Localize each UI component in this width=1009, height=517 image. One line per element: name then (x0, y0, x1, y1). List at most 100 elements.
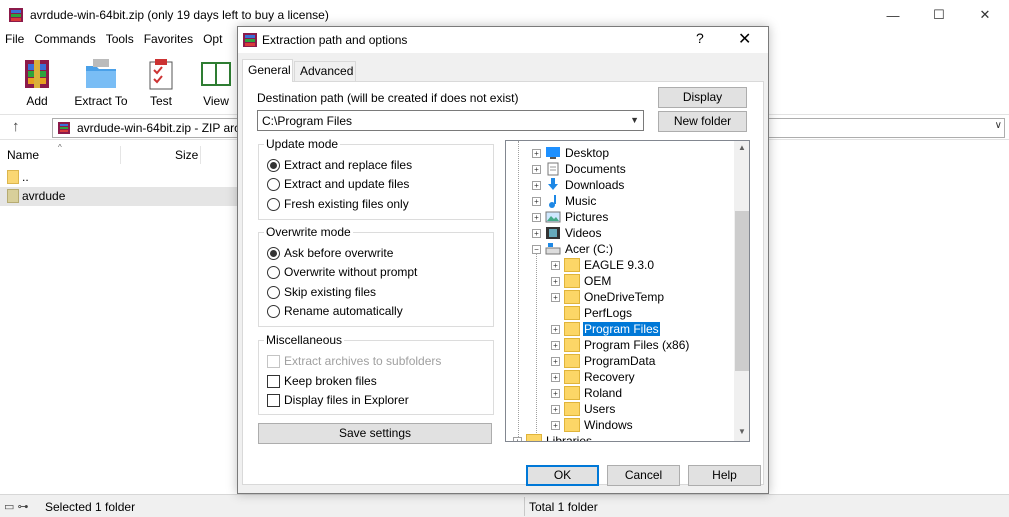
scroll-down-icon[interactable]: ▼ (738, 427, 746, 436)
expand-icon[interactable]: + (551, 420, 560, 430)
checkbox[interactable] (267, 393, 280, 407)
menu-file[interactable]: File (0, 30, 29, 50)
expand-icon[interactable]: + (532, 164, 541, 174)
add-button[interactable]: Add (8, 52, 66, 108)
expand-icon[interactable]: + (551, 324, 560, 334)
display-button[interactable]: Display (658, 87, 747, 108)
radio-extract-update[interactable]: Extract and update files (267, 176, 409, 192)
radio-skip-existing[interactable]: Skip existing files (267, 284, 376, 300)
tree-item-libraries[interactable]: + Libraries (513, 433, 593, 441)
expand-icon[interactable]: + (532, 212, 541, 222)
expand-icon[interactable]: + (532, 228, 541, 238)
tree-item-downloads[interactable]: + Downloads (532, 177, 625, 193)
checkbox[interactable] (267, 374, 280, 388)
cancel-button[interactable]: Cancel (607, 465, 680, 486)
tab-advanced[interactable]: Advanced (294, 61, 356, 81)
expand-icon[interactable]: + (551, 260, 560, 270)
tree-item-documents[interactable]: + Documents (532, 161, 627, 177)
menu-favorites[interactable]: Favorites (139, 30, 198, 50)
save-settings-button[interactable]: Save settings (258, 423, 492, 444)
tree-item-folder[interactable]: + EAGLE 9.3.0 (551, 257, 655, 273)
expand-icon[interactable]: + (551, 404, 560, 414)
tree-item-pictures[interactable]: + Pictures (532, 209, 609, 225)
radio-button[interactable] (267, 265, 280, 279)
radio-button[interactable] (267, 304, 280, 318)
tree-item-desktop[interactable]: + Desktop (532, 145, 610, 161)
scroll-up-icon[interactable]: ▲ (738, 143, 746, 152)
column-name[interactable]: Name (7, 148, 39, 162)
up-folder-button[interactable]: ↑ (12, 118, 20, 135)
radio-rename-auto[interactable]: Rename automatically (267, 303, 403, 319)
add-archive-icon (25, 60, 49, 88)
expand-icon[interactable]: + (551, 356, 560, 366)
help-icon[interactable]: ? (696, 30, 704, 46)
tree-item-folder[interactable]: + Roland (551, 385, 623, 401)
radio-overwrite-without[interactable]: Overwrite without prompt (267, 264, 417, 280)
folder-tree[interactable]: + Desktop + Documents + Downloads + Musi… (505, 140, 750, 442)
radio-fresh-existing[interactable]: Fresh existing files only (267, 196, 409, 212)
close-button[interactable]: ✕ (962, 0, 1008, 30)
tree-label: EAGLE 9.3.0 (584, 258, 655, 272)
destination-label: Destination path (will be created if doe… (257, 91, 519, 105)
maximize-button[interactable]: ☐ (916, 0, 962, 30)
tree-item-videos[interactable]: + Videos (532, 225, 602, 241)
address-path: avrdude-win-64bit.zip - ZIP arc (77, 121, 241, 135)
column-divider[interactable] (120, 146, 121, 164)
tree-scrollbar[interactable]: ▲ ▼ (734, 141, 749, 441)
expand-icon[interactable]: + (551, 292, 560, 302)
list-item[interactable]: avrdude (0, 187, 237, 206)
test-button[interactable]: Test (136, 52, 186, 108)
expand-icon[interactable]: + (532, 180, 541, 190)
destination-path-combo[interactable]: C:\Program Files ▼ (257, 110, 644, 131)
drive-icon (545, 243, 561, 255)
ok-button[interactable]: OK (526, 465, 599, 486)
expand-icon[interactable]: + (551, 388, 560, 398)
expand-icon[interactable]: + (532, 196, 541, 206)
scroll-thumb[interactable] (735, 211, 749, 371)
tree-item-folder[interactable]: + OneDriveTemp (551, 289, 665, 305)
tree-item-folder[interactable]: + Program Files (x86) (551, 337, 690, 353)
collapse-icon[interactable]: − (532, 244, 541, 254)
radio-button[interactable] (267, 246, 280, 260)
expand-icon[interactable]: + (532, 148, 541, 158)
tree-label: Music (565, 194, 597, 208)
expand-icon[interactable]: + (551, 276, 560, 286)
radio-ask-before[interactable]: Ask before overwrite (267, 245, 393, 261)
tree-label: Desktop (565, 146, 610, 160)
chevron-down-icon[interactable]: ∨ (995, 120, 1002, 131)
new-folder-button[interactable]: New folder (658, 111, 747, 132)
radio-button[interactable] (267, 197, 280, 211)
help-button[interactable]: Help (688, 465, 761, 486)
radio-button[interactable] (267, 158, 280, 172)
tree-item-folder[interactable]: + Users (551, 401, 616, 417)
tree-item-program-files[interactable]: + Program Files (551, 321, 660, 337)
column-divider[interactable] (200, 146, 201, 164)
column-size[interactable]: Size (175, 148, 198, 162)
tree-item-acer-drive[interactable]: − Acer (C:) (532, 241, 614, 257)
tab-general[interactable]: General (242, 59, 293, 82)
menu-tools[interactable]: Tools (101, 30, 139, 50)
tree-item-folder[interactable]: + Recovery (551, 369, 636, 385)
list-item[interactable]: .. (0, 168, 237, 187)
extract-to-button[interactable]: Extract To (66, 52, 136, 108)
tree-label: Users (584, 402, 616, 416)
expand-icon[interactable]: + (551, 340, 560, 350)
close-icon[interactable]: ✕ (738, 29, 751, 49)
general-tab-panel: Destination path (will be created if doe… (242, 81, 764, 485)
tree-item-folder[interactable]: + OEM (551, 273, 612, 289)
radio-button[interactable] (267, 177, 280, 191)
check-display-explorer[interactable]: Display files in Explorer (267, 392, 409, 408)
tree-item-music[interactable]: + Music (532, 193, 597, 209)
chevron-down-icon[interactable]: ▼ (630, 115, 639, 125)
radio-extract-replace[interactable]: Extract and replace files (267, 157, 412, 173)
tree-item-folder[interactable]: PerfLogs (551, 305, 633, 321)
menu-commands[interactable]: Commands (29, 30, 100, 50)
expand-icon[interactable]: + (551, 372, 560, 382)
radio-button[interactable] (267, 285, 280, 299)
minimize-button[interactable]: — (870, 0, 916, 30)
check-keep-broken[interactable]: Keep broken files (267, 373, 377, 389)
tree-item-folder[interactable]: + Windows (551, 417, 634, 433)
tree-item-folder[interactable]: + ProgramData (551, 353, 656, 369)
menu-options[interactable]: Opt (198, 30, 227, 50)
expand-icon[interactable]: + (513, 436, 522, 441)
